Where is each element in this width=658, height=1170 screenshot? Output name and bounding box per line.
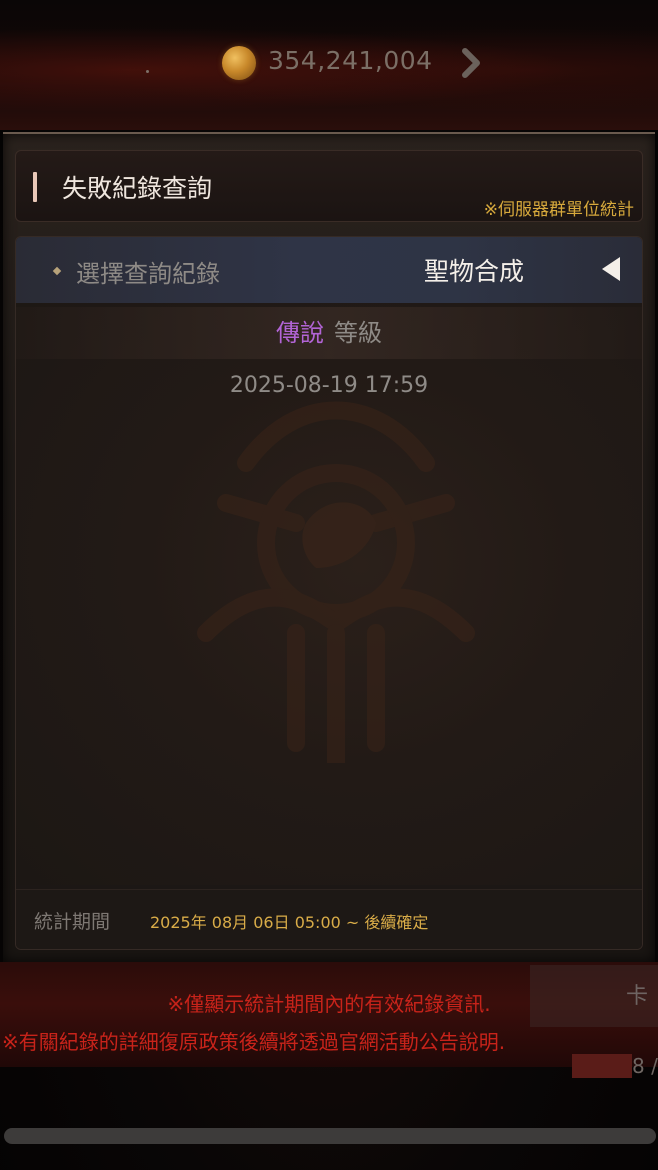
page: 354,241,004 失敗紀錄查詢 ※伺服器群單位統計 選擇查詢紀錄 聖物合成 bbox=[0, 0, 658, 1170]
separator-dot bbox=[146, 70, 149, 73]
selector-value[interactable]: 聖物合成 bbox=[424, 252, 524, 288]
statistics-period-value: 2025年 08月 06日 05:00 ~ 後續確定 bbox=[150, 913, 429, 932]
triangle-left-icon[interactable] bbox=[596, 253, 626, 285]
failure-record-panel: 失敗紀錄查詢 ※伺服器群單位統計 選擇查詢紀錄 聖物合成 傳說 等級 2025-… bbox=[3, 132, 655, 964]
top-bar: 354,241,004 bbox=[0, 0, 658, 130]
record-type-selector[interactable]: 選擇查詢紀錄 聖物合成 bbox=[16, 237, 642, 303]
grade-legend: 傳說 bbox=[276, 319, 324, 347]
statistics-period-label: 統計期間 bbox=[34, 911, 111, 933]
server-group-note: ※伺服器群單位統計 bbox=[483, 200, 634, 220]
diamond-bullet-icon bbox=[52, 266, 62, 276]
header-accent-bar bbox=[33, 172, 37, 202]
page-title: 失敗紀錄查詢 bbox=[62, 174, 213, 203]
currency-amount: 354,241,004 bbox=[268, 46, 433, 75]
record-timestamp: 2025-08-19 17:59 bbox=[229, 373, 429, 398]
statistics-period-row: 統計期間 2025年 08月 06日 05:00 ~ 後續確定 bbox=[16, 889, 642, 949]
grade-suffix: 等級 bbox=[334, 319, 382, 347]
selector-label: 選擇查詢紀錄 bbox=[76, 260, 220, 288]
panel-header: 失敗紀錄查詢 ※伺服器群單位統計 bbox=[15, 150, 643, 222]
notice-recovery-policy: ※有關紀錄的詳細復原政策後續將透過官網活動公告說明. bbox=[2, 1030, 506, 1054]
gold-coin-icon bbox=[222, 46, 256, 80]
notice-valid-records: ※僅顯示統計期間內的有效紀錄資訊. bbox=[167, 992, 491, 1016]
chevron-right-icon[interactable] bbox=[450, 40, 492, 86]
grade-row: 傳說 等級 bbox=[16, 307, 642, 359]
record-content: 選擇查詢紀錄 聖物合成 傳說 等級 2025-08-19 17:59 統計期間 … bbox=[15, 236, 643, 950]
horizontal-scrollbar[interactable] bbox=[4, 1128, 656, 1144]
faction-emblem-watermark bbox=[197, 401, 475, 763]
side-count: 8 / bbox=[632, 1054, 658, 1078]
record-list: 傳說 等級 2025-08-19 17:59 bbox=[16, 303, 642, 885]
side-badge bbox=[572, 1054, 632, 1078]
